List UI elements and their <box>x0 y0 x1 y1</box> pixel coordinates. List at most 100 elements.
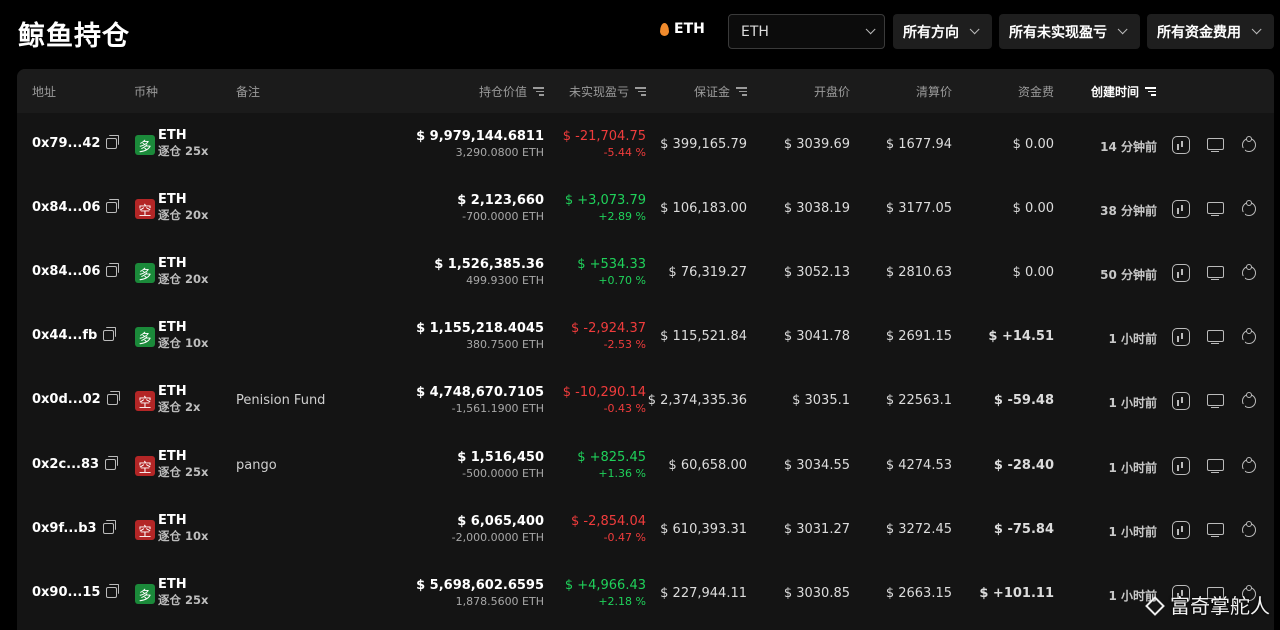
share-icon[interactable] <box>1239 200 1257 218</box>
col-value[interactable]: 持仓价值 <box>479 83 544 100</box>
address-cell[interactable]: 0x84...06 <box>32 263 120 279</box>
address-cell[interactable]: 0x79...42 <box>32 135 120 151</box>
chart-icon[interactable] <box>1172 521 1190 539</box>
table-row[interactable]: 0x44...fb 多 ETH 逐仓 10x $ 1,155,218.4045 380.7… <box>17 305 1274 369</box>
table-row[interactable]: 0x90...15 多 ETH 逐仓 25x $ 5,698,602.6595 1,878… <box>17 562 1274 626</box>
side-badge: 空 <box>135 520 155 540</box>
liq-price-cell: $ 4274.53 <box>885 458 952 473</box>
address-cell[interactable]: 0x2c...83 <box>32 456 119 472</box>
margin-cell: $ 60,658.00 <box>668 458 747 473</box>
monitor-icon[interactable] <box>1206 136 1224 154</box>
margin-cell: $ 399,165.79 <box>660 137 747 152</box>
open-price-cell: $ 3034.55 <box>783 458 850 473</box>
watermark-text: 富奇掌舵人 <box>1170 594 1270 618</box>
pnl-cell: $ +534.33 +0.70 % <box>577 256 646 289</box>
table-row[interactable]: 0x84...06 多 ETH 逐仓 20x $ 1,526,385.36 499.930… <box>17 241 1274 305</box>
side-badge: 空 <box>135 456 155 476</box>
open-price-cell: $ 3030.85 <box>783 586 850 601</box>
chart-icon[interactable] <box>1172 328 1190 346</box>
position-size: -1,561.1900 ETH <box>451 402 544 415</box>
monitor-icon[interactable] <box>1206 457 1224 475</box>
open-price-cell: $ 3031.27 <box>783 522 850 537</box>
monitor-icon[interactable] <box>1206 200 1224 218</box>
table-row[interactable]: 0x79...42 多 ETH 逐仓 25x $ 9,979,144.6811 3,290… <box>17 113 1274 177</box>
pnl-value: $ -2,924.37 <box>571 321 646 336</box>
chart-icon[interactable] <box>1172 457 1190 475</box>
address-text: 0x0d...02 <box>32 392 101 407</box>
table-row[interactable]: 0x0d...02 空 ETH 逐仓 2x Penision Fund $ 4,748,6… <box>17 369 1274 433</box>
col-margin[interactable]: 保证金 <box>694 83 747 100</box>
value-cell: $ 4,748,670.7105 -1,561.1900 ETH <box>416 384 544 417</box>
col-note: 备注 <box>236 85 261 99</box>
table-row[interactable]: 0x2c...83 空 ETH 逐仓 25x pango $ 1,516,450 -500.… <box>17 434 1274 498</box>
share-icon[interactable] <box>1239 457 1257 475</box>
pnl-filter-label: 所有未实现盈亏 <box>1009 24 1107 41</box>
address-cell[interactable]: 0x9f...b3 <box>32 520 116 536</box>
coin-name: ETH <box>158 384 187 399</box>
pnl-cell: $ +4,966.43 +2.18 % <box>565 577 646 610</box>
copy-icon[interactable] <box>105 456 119 470</box>
funding-filter[interactable]: 所有资金费用 <box>1147 14 1274 49</box>
address-cell[interactable]: 0x0d...02 <box>32 391 120 407</box>
address-cell[interactable]: 0x44...fb <box>32 327 117 343</box>
funding-cell: $ +14.51 <box>988 329 1054 344</box>
coin-cell: ETH 逐仓 25x <box>158 577 208 608</box>
address-cell[interactable]: 0x84...06 <box>32 199 120 215</box>
coin-cell: ETH 逐仓 20x <box>158 192 208 223</box>
col-created[interactable]: 创建时间 <box>1091 83 1157 100</box>
share-icon[interactable] <box>1239 392 1257 410</box>
monitor-icon[interactable] <box>1206 392 1224 410</box>
copy-icon[interactable] <box>103 327 117 341</box>
address-cell[interactable]: 0x90...15 <box>32 584 120 600</box>
pnl-percent: +0.70 % <box>598 274 646 287</box>
created-time-cell: 1 小时前 <box>1108 525 1157 539</box>
pnl-percent: -5.44 % <box>603 146 646 159</box>
coin-name: ETH <box>158 320 187 335</box>
pnl-value: $ -21,704.75 <box>562 129 646 144</box>
funding-cell: $ -28.40 <box>993 458 1054 473</box>
col-margin-label: 保证金 <box>693 85 730 99</box>
col-coin: 币种 <box>134 85 159 99</box>
pnl-value: $ +534.33 <box>577 257 646 272</box>
copy-icon[interactable] <box>106 584 120 598</box>
margin-cell: $ 227,944.11 <box>660 586 747 601</box>
coin-cell: ETH 逐仓 10x <box>158 320 208 351</box>
value-cell: $ 1,516,450 -500.0000 ETH <box>457 449 544 482</box>
monitor-icon[interactable] <box>1206 521 1224 539</box>
copy-icon[interactable] <box>102 520 116 534</box>
coin-name: ETH <box>158 192 187 207</box>
coin-select[interactable]: ETH <box>728 14 885 49</box>
margin-cell: $ 2,374,335.36 <box>647 393 747 408</box>
table-row[interactable]: 0x84...06 空 ETH 逐仓 20x $ 2,123,660 -700.0000 … <box>17 177 1274 241</box>
side-badge: 多 <box>135 584 155 604</box>
chart-icon[interactable] <box>1172 392 1190 410</box>
share-icon[interactable] <box>1239 521 1257 539</box>
share-icon[interactable] <box>1239 136 1257 154</box>
value-cell: $ 9,979,144.6811 3,290.0800 ETH <box>416 128 544 161</box>
chart-icon[interactable] <box>1172 136 1190 154</box>
copy-icon[interactable] <box>106 135 120 149</box>
share-icon[interactable] <box>1239 328 1257 346</box>
copy-icon[interactable] <box>106 199 120 213</box>
direction-filter[interactable]: 所有方向 <box>893 14 992 49</box>
monitor-icon[interactable] <box>1206 264 1224 282</box>
share-icon[interactable] <box>1239 264 1257 282</box>
copy-icon[interactable] <box>106 263 120 277</box>
created-time-cell: 1 小时前 <box>1108 396 1157 410</box>
note-cell: pango <box>236 458 277 473</box>
copy-icon[interactable] <box>106 391 120 405</box>
funding-cell: $ 0.00 <box>1012 137 1054 152</box>
value-cell: $ 1,526,385.36 499.9300 ETH <box>434 256 544 289</box>
position-value: $ 4,748,670.7105 <box>416 385 544 400</box>
chart-icon[interactable] <box>1172 200 1190 218</box>
chart-icon[interactable] <box>1172 264 1190 282</box>
table-row[interactable]: 0x9f...b3 空 ETH 逐仓 10x $ 6,065,400 -2,000.000… <box>17 498 1274 562</box>
col-pnl[interactable]: 未实现盈亏 <box>569 83 646 100</box>
pnl-filter[interactable]: 所有未实现盈亏 <box>999 14 1140 49</box>
margin-cell: $ 115,521.84 <box>660 329 747 344</box>
pnl-percent: +2.89 % <box>598 210 646 223</box>
pnl-value: $ -10,290.14 <box>562 385 646 400</box>
side-badge: 多 <box>135 135 155 155</box>
chevron-down-icon <box>1251 24 1262 35</box>
monitor-icon[interactable] <box>1206 328 1224 346</box>
